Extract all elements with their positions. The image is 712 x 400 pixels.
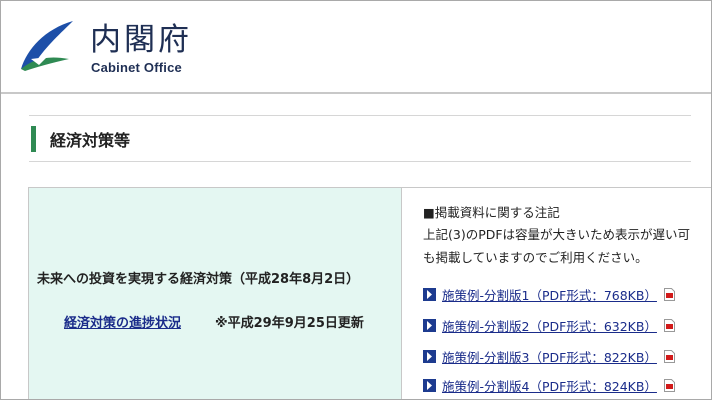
title-accent-bar [31, 126, 36, 152]
policy-cell: 未来への投資を実現する経済対策（平成28年8月2日） 経済対策の進捗状況 ※平成… [29, 188, 402, 399]
arrow-right-icon [423, 349, 436, 363]
cabinet-office-logo-icon[interactable] [17, 19, 75, 73]
title-divider-bottom [29, 161, 691, 162]
file-list-item: 施策例-分割版3（PDF形式：822KB） [423, 347, 675, 365]
file-list-item: 施策例-分割版1（PDF形式：768KB） [423, 285, 675, 303]
pdf-icon[interactable] [663, 349, 675, 363]
pdf-icon[interactable] [663, 318, 675, 332]
title-divider-top [29, 115, 691, 116]
policy-title: 未来への投資を実現する経済対策（平成28年8月2日） [37, 272, 360, 287]
pdf-download-link[interactable]: 施策例-分割版3（PDF形式：822KB） [442, 347, 657, 366]
arrow-right-icon [423, 287, 436, 301]
page-title: 経済対策等 [50, 131, 131, 150]
notes-heading: ■掲載資料に関する注記 [423, 205, 560, 220]
arrow-right-icon [423, 318, 436, 332]
arrow-right-icon [423, 378, 436, 392]
logo-text-en[interactable]: Cabinet Office [91, 60, 182, 75]
pdf-download-link[interactable]: 施策例-分割版4（PDF形式：824KB） [442, 376, 657, 395]
page-frame: 内閣府 Cabinet Office 経済対策等 未来への投資を実現する経済対策… [0, 0, 712, 400]
update-note: ※平成29年9月25日更新 [215, 316, 364, 331]
pdf-download-link[interactable]: 施策例-分割版1（PDF形式：768KB） [442, 285, 657, 304]
pdf-icon[interactable] [663, 287, 675, 301]
policy-table: 未来への投資を実現する経済対策（平成28年8月2日） 経済対策の進捗状況 ※平成… [28, 187, 711, 399]
progress-status-link[interactable]: 経済対策の進捗状況 [64, 312, 181, 331]
documents-cell: ■掲載資料に関する注記 上記(3)のPDFは容量が大きいため表示が遅い可 も掲載… [403, 188, 711, 399]
notes-text-line: 上記(3)のPDFは容量が大きいため表示が遅い可 [423, 227, 691, 242]
pdf-icon[interactable] [663, 378, 675, 392]
site-header: 内閣府 Cabinet Office [1, 1, 711, 93]
pdf-download-link[interactable]: 施策例-分割版2（PDF形式：632KB） [442, 316, 657, 335]
notes-text-line: も掲載していますのでご利用ください。 [423, 250, 648, 265]
header-divider [1, 92, 711, 94]
file-list-item: 施策例-分割版2（PDF形式：632KB） [423, 316, 675, 334]
file-list-item: 施策例-分割版4（PDF形式：824KB） [423, 376, 675, 394]
logo-text-jp[interactable]: 内閣府 [90, 25, 192, 56]
